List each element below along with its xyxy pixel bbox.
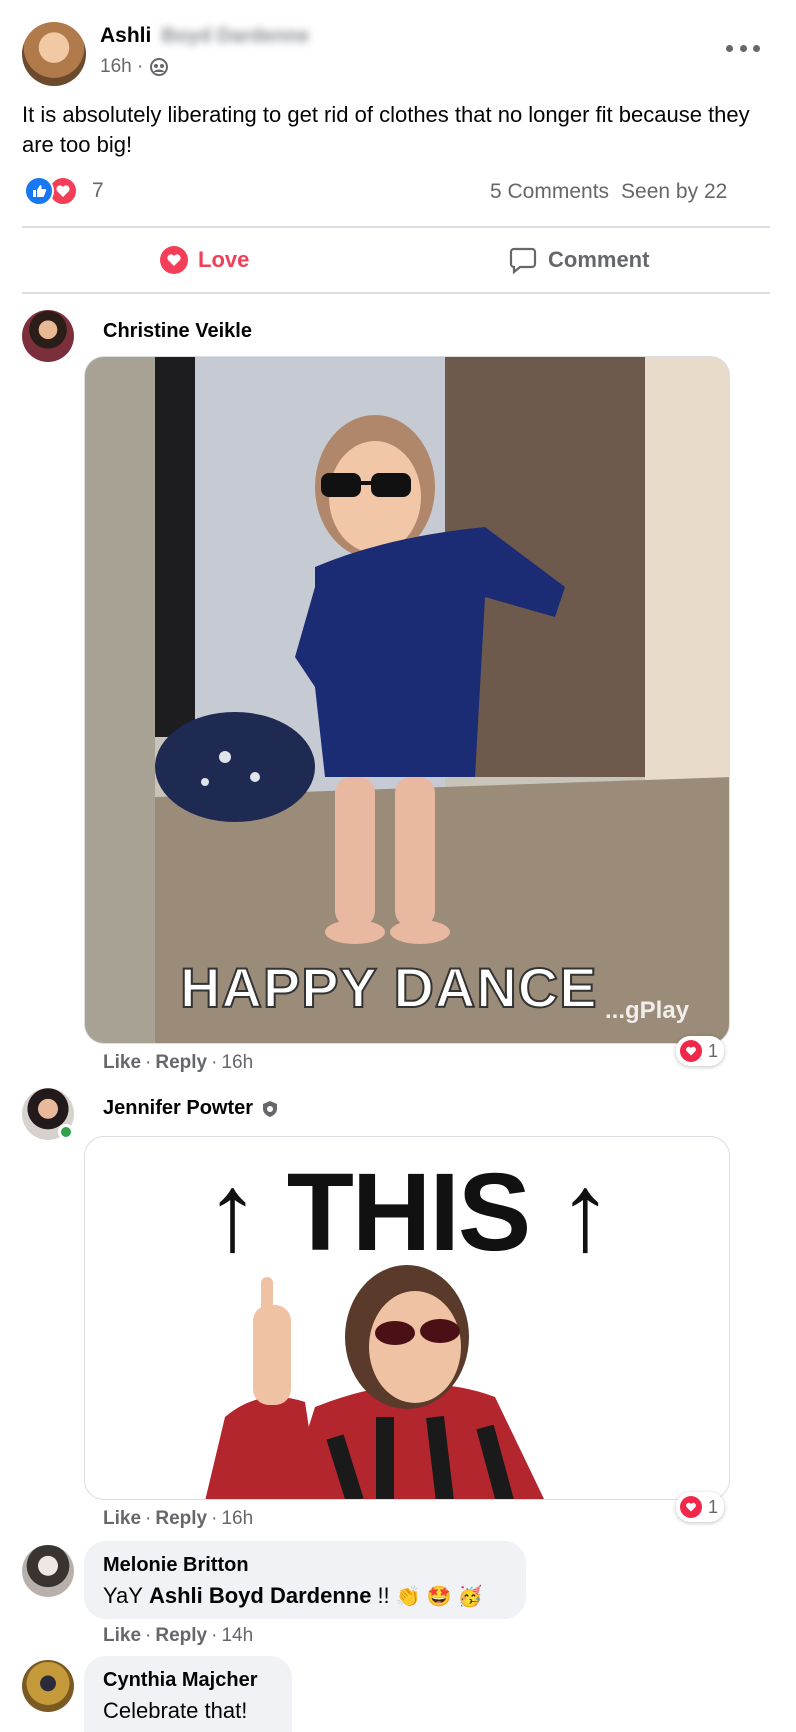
love-button[interactable]: Love (160, 240, 249, 280)
comment-reaction-count: 1 (708, 1496, 719, 1517)
comment-text-suffix: !! (377, 1583, 390, 1608)
heart-icon (680, 1040, 702, 1062)
comment-button-label: Comment (548, 247, 650, 272)
gif-this-image (205, 1265, 545, 1499)
dot-separator: · (211, 1625, 218, 1646)
commenter-name[interactable]: Melonie Britton (103, 1554, 249, 1577)
gif-happy-dance-image (85, 357, 729, 1043)
post-time[interactable]: 16h · (100, 56, 143, 78)
post-author-name-blurred: Boyd Dardenne (161, 24, 310, 47)
post-author-avatar[interactable] (22, 22, 86, 86)
clapping-hands-emoji-icon: 👏 (395, 1585, 421, 1608)
online-status-dot (58, 1124, 74, 1140)
heart-icon (680, 1496, 702, 1518)
dot-separator: · (145, 1625, 152, 1646)
commenter-name[interactable]: Christine Veikle (103, 320, 252, 343)
like-link[interactable]: Like (103, 1508, 141, 1530)
comment-bubble: Cynthia Majcher Celebrate that! (84, 1656, 292, 1732)
dot-separator: · (211, 1052, 218, 1073)
gif-happy-dance[interactable]: HAPPY DANCE ...gPlay (84, 356, 730, 1044)
commenter-avatar[interactable] (22, 310, 74, 362)
commenter-avatar[interactable] (22, 1660, 74, 1712)
commenter-avatar[interactable] (22, 1545, 74, 1597)
more-horizontal-icon[interactable] (726, 40, 760, 56)
comments-count[interactable]: 5 Comments (490, 180, 609, 204)
mention-link[interactable]: Ashli Boyd Dardenne (149, 1583, 371, 1609)
post-author-name[interactable]: Ashli (100, 24, 151, 48)
dot-separator: · (211, 1508, 218, 1529)
party-face-emoji-icon: 🥳 (457, 1585, 483, 1608)
gif-caption: HAPPY DANCE (179, 955, 598, 1020)
admin-badge-icon (261, 1100, 279, 1118)
dot-separator: · (145, 1052, 152, 1073)
reaction-count: 7 (92, 179, 104, 202)
comment-text: YaY (103, 1583, 143, 1608)
heart-icon (160, 246, 188, 274)
commenter-name[interactable]: Jennifer Powter (103, 1097, 253, 1120)
comment-button[interactable]: Comment (508, 240, 649, 280)
divider-top (22, 226, 770, 228)
star-struck-emoji-icon: 🤩 (426, 1585, 452, 1608)
post-text: It is absolutely liberating to get rid o… (22, 102, 750, 157)
reply-link[interactable]: Reply (155, 1625, 207, 1647)
like-link[interactable]: Like (103, 1625, 141, 1647)
dot-separator: · (145, 1508, 152, 1529)
comment-text: Celebrate that! (103, 1698, 248, 1723)
comment-bubble: Melonie Britton YaY Ashli Boyd Dardenne … (84, 1541, 526, 1619)
comment-time[interactable]: 16h (221, 1508, 253, 1530)
like-link[interactable]: Like (103, 1052, 141, 1074)
comment-reaction-pill[interactable]: 1 (676, 1492, 725, 1522)
comment-reaction-count: 1 (708, 1040, 719, 1061)
gif-watermark: ...gPlay (605, 997, 690, 1024)
commenter-name[interactable]: Cynthia Majcher (103, 1669, 257, 1692)
divider-bottom (22, 292, 770, 294)
group-icon (149, 57, 169, 77)
gif-this[interactable]: ↑ THIS ↑ (84, 1136, 730, 1500)
reactions-summary[interactable]: 7 (24, 176, 104, 206)
comment-time[interactable]: 14h (221, 1625, 253, 1647)
comment-reaction-pill[interactable]: 1 (676, 1036, 725, 1066)
seen-by[interactable]: Seen by 22 (621, 180, 727, 204)
comment-bubble-icon (508, 245, 538, 275)
reply-link[interactable]: Reply (155, 1052, 207, 1074)
love-button-label: Love (198, 247, 250, 272)
reply-link[interactable]: Reply (155, 1508, 207, 1530)
comment-time[interactable]: 16h (221, 1052, 253, 1074)
like-reaction-icon (24, 176, 54, 206)
